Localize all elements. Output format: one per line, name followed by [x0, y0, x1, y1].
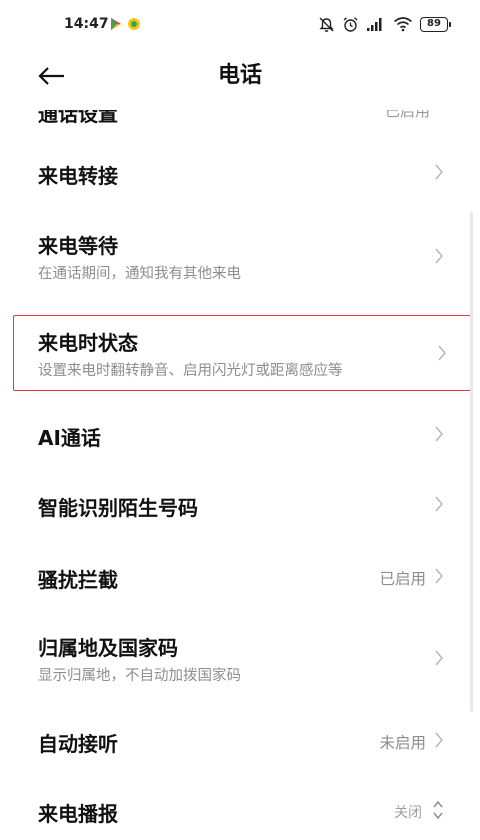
- battery-level: 89: [427, 18, 441, 29]
- settings-item-partial[interactable]: 通话设置 已启用: [0, 110, 480, 126]
- settings-item-call-forwarding[interactable]: 来电转接: [0, 140, 480, 204]
- settings-item-identify-unknown-numbers[interactable]: 智能识别陌生号码: [0, 474, 480, 538]
- settings-item-call-waiting[interactable]: 来电等待 在通话期间，通知我有其他来电: [0, 220, 480, 292]
- wifi-icon: [393, 17, 413, 32]
- settings-item-title: 来电播报: [38, 802, 118, 826]
- alarm-off-icon: [319, 17, 334, 32]
- alarm-clock-icon: [343, 16, 358, 32]
- settings-item-value: 已启用: [379, 570, 426, 588]
- chevron-up-down-icon: [433, 800, 443, 820]
- battery-icon: 89: [420, 16, 451, 32]
- settings-item-title: 骚扰拦截: [38, 568, 118, 592]
- status-icons: 89: [318, 15, 451, 33]
- settings-item-subtitle: 显示归属地，不自动加拨国家码: [38, 668, 241, 684]
- settings-item-value: 已启用: [384, 110, 430, 120]
- settings-item-caller-location[interactable]: 归属地及国家码 显示归属地，不自动加拨国家码: [0, 622, 480, 694]
- chevron-right-icon: [435, 732, 443, 748]
- settings-item-title: AI通话: [38, 426, 101, 450]
- settings-item-title: 来电时状态: [38, 331, 138, 355]
- settings-item-value: 关闭: [394, 805, 422, 821]
- settings-item-title: 归属地及国家码: [38, 636, 178, 660]
- settings-item-title: 智能识别陌生号码: [38, 496, 198, 520]
- play-store-icon: [111, 18, 121, 30]
- settings-item-caller-announcement[interactable]: 来电播报 关闭: [0, 780, 480, 840]
- settings-list[interactable]: 通话设置 已启用 来电转接 来电等待 在通话期间，通知我有其他来电 来电时状态 …: [0, 110, 480, 840]
- status-time: 14:47: [64, 16, 109, 32]
- settings-item-title: 通话设置: [38, 110, 118, 126]
- settings-item-title: 自动接听: [38, 732, 118, 756]
- signal-icon: [367, 18, 382, 31]
- status-bar: 14:47 89: [0, 0, 480, 52]
- chevron-right-icon: [435, 650, 443, 666]
- header: 电话: [0, 52, 480, 100]
- chevron-right-icon: [438, 345, 446, 361]
- app-notification-icon: [128, 18, 140, 30]
- settings-item-title: 来电转接: [38, 164, 118, 188]
- settings-item-value: 未启用: [379, 734, 426, 752]
- chevron-right-icon: [435, 248, 443, 264]
- settings-item-subtitle: 在通话期间，通知我有其他来电: [38, 266, 241, 282]
- scrollbar[interactable]: [470, 212, 473, 712]
- settings-item-spam-blocking[interactable]: 骚扰拦截 已启用: [0, 546, 480, 610]
- settings-item-subtitle: 设置来电时翻转静音、启用闪光灯或距离感应等: [38, 363, 343, 379]
- chevron-right-icon: [435, 568, 443, 584]
- chevron-right-icon: [435, 496, 443, 512]
- settings-item-auto-answer[interactable]: 自动接听 未启用: [0, 710, 480, 774]
- settings-item-incoming-call-status[interactable]: 来电时状态 设置来电时翻转静音、启用闪光灯或距离感应等: [13, 315, 471, 391]
- page-title: 电话: [217, 63, 262, 88]
- chevron-right-icon: [435, 426, 443, 442]
- settings-item-title: 来电等待: [38, 234, 118, 258]
- settings-item-ai-call[interactable]: AI通话: [0, 404, 480, 468]
- chevron-right-icon: [435, 164, 443, 180]
